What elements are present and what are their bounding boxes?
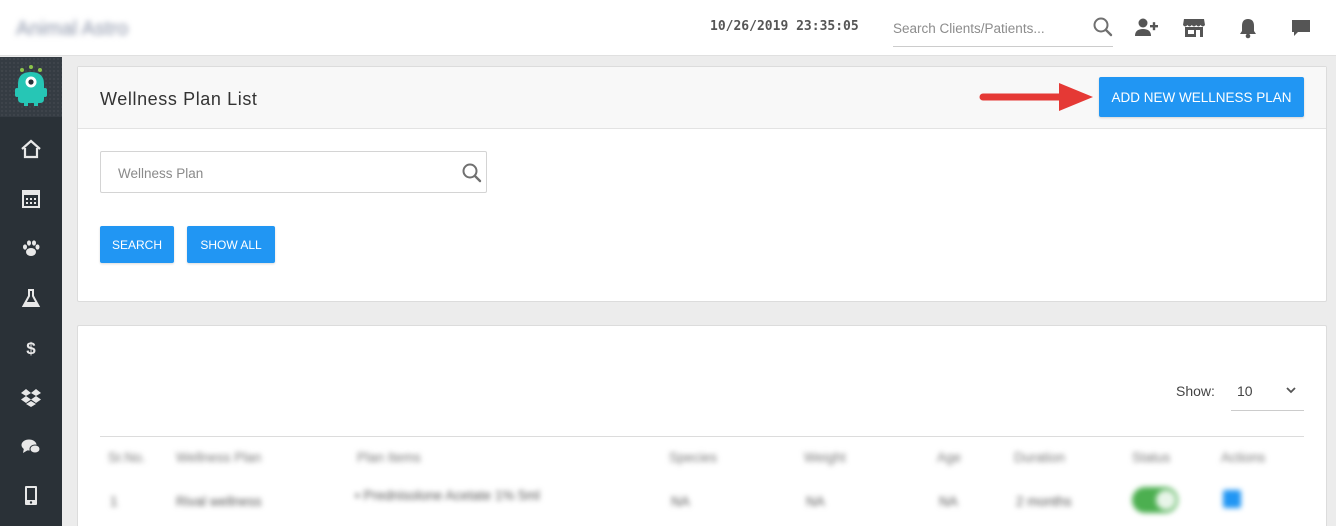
home-icon — [20, 138, 42, 165]
toggle-knob — [1156, 490, 1176, 510]
global-search-input[interactable] — [893, 18, 1083, 38]
cell-sr-no: 1 — [110, 494, 118, 509]
search-icon[interactable] — [461, 162, 483, 189]
store-icon[interactable] — [1181, 15, 1207, 41]
sidebar-item-messages[interactable] — [0, 424, 62, 474]
sidebar-item-calendar[interactable] — [0, 175, 62, 225]
page-size-select[interactable]: 10 — [1231, 371, 1304, 411]
logo[interactable] — [0, 57, 62, 117]
comments-icon — [20, 436, 42, 463]
sidebar-item-lab[interactable] — [0, 275, 62, 325]
edit-icon[interactable] — [1223, 490, 1241, 508]
add-user-icon[interactable] — [1133, 15, 1159, 41]
cell-duration: 2 months — [1016, 494, 1072, 509]
wellness-plan-filter[interactable] — [100, 151, 487, 193]
column-header-wellness-plan[interactable]: Wellness Plan — [176, 450, 261, 465]
wellness-plan-filter-panel: Wellness Plan List ADD NEW WELLNESS PLAN… — [77, 66, 1327, 302]
status-toggle[interactable] — [1132, 487, 1178, 513]
chat-icon[interactable] — [1288, 15, 1314, 41]
paw-icon — [20, 237, 42, 264]
search-icon[interactable] — [1092, 16, 1114, 43]
global-search[interactable] — [893, 10, 1113, 47]
cell-species: NA — [671, 494, 690, 509]
show-all-button[interactable]: SHOW ALL — [187, 226, 275, 263]
column-header-status[interactable]: Status — [1132, 450, 1170, 465]
table-divider — [100, 436, 1304, 437]
search-button[interactable]: SEARCH — [100, 226, 174, 263]
dollar-icon: $ — [20, 337, 42, 364]
chevron-down-icon — [1285, 383, 1297, 401]
column-header-duration[interactable]: Duration — [1014, 450, 1065, 465]
sidebar-item-reports[interactable] — [0, 472, 62, 522]
cell-age: NA — [939, 494, 958, 509]
top-bar: Animal Astro 10/26/2019 23:35:05 — [0, 0, 1336, 56]
add-new-wellness-plan-button[interactable]: ADD NEW WELLNESS PLAN — [1099, 77, 1304, 117]
sidebar-item-patients[interactable] — [0, 225, 62, 275]
column-header-species[interactable]: Species — [669, 450, 717, 465]
sidebar-item-billing[interactable]: $ — [0, 325, 62, 375]
svg-text:$: $ — [26, 339, 36, 358]
tablet-icon — [20, 484, 42, 511]
column-header-weight[interactable]: Weight — [804, 450, 846, 465]
sidebar: $ — [0, 57, 62, 526]
sidebar-item-home[interactable] — [0, 126, 62, 176]
calendar-icon — [20, 187, 42, 214]
column-header-sr-no[interactable]: Sr.No. — [108, 450, 146, 465]
bell-icon[interactable] — [1235, 15, 1261, 41]
wellness-plan-list-panel: Show: 10 Sr.No. Wellness Plan Plan Items… — [77, 325, 1327, 526]
column-header-actions: Actions — [1221, 450, 1266, 465]
cell-weight: NA — [806, 494, 825, 509]
wellness-plan-input[interactable] — [118, 164, 448, 182]
page-size-value: 10 — [1237, 383, 1253, 399]
flask-icon — [20, 287, 42, 314]
cell-wellness-plan: Rival wellness — [176, 494, 262, 509]
sidebar-item-inventory[interactable] — [0, 374, 62, 424]
dropbox-icon — [20, 386, 42, 413]
datetime: 10/26/2019 23:35:05 — [710, 19, 859, 34]
column-header-plan-items[interactable]: Plan Items — [357, 450, 421, 465]
plan-item: Prednisolone Acetate 1% 5ml — [363, 488, 540, 503]
page-size-label: Show: — [1176, 383, 1215, 399]
app-name: Animal Astro — [16, 18, 129, 40]
annotation-arrow — [979, 83, 1093, 111]
column-header-age[interactable]: Age — [937, 450, 961, 465]
cell-plan-items: • Prednisolone Acetate 1% 5ml — [355, 488, 540, 503]
page-title: Wellness Plan List — [100, 89, 258, 109]
